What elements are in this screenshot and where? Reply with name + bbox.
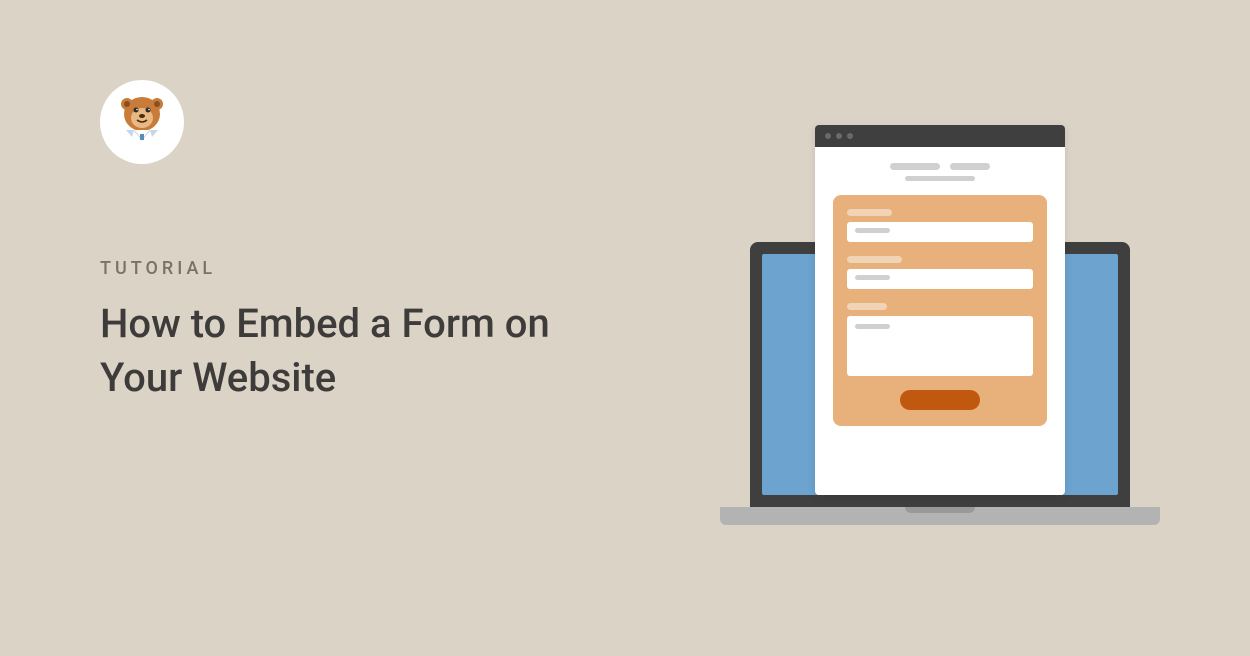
page-heading-placeholder: [833, 163, 1047, 170]
bear-mascot-icon: [112, 92, 172, 152]
window-control-dot: [847, 133, 853, 139]
window-control-dot: [825, 133, 831, 139]
embedded-form: [833, 195, 1047, 426]
browser-window: [815, 125, 1065, 495]
placeholder-line: [890, 163, 940, 170]
placeholder-line: [950, 163, 990, 170]
placeholder-line: [855, 228, 890, 233]
page-title: How to Embed a Form on Your Website: [100, 297, 620, 405]
brand-logo: [100, 80, 184, 164]
placeholder-subtitle: [905, 176, 975, 181]
form-input-field: [847, 222, 1033, 242]
form-field-label: [847, 303, 887, 310]
form-field-label: [847, 256, 902, 263]
laptop-base: [720, 507, 1160, 525]
window-titlebar: [815, 125, 1065, 147]
form-textarea-field: [847, 316, 1033, 376]
category-label: TUTORIAL: [100, 258, 620, 279]
text-content: TUTORIAL How to Embed a Form on Your Web…: [100, 258, 620, 405]
form-field-label: [847, 209, 892, 216]
placeholder-line: [855, 324, 890, 329]
window-body: [815, 147, 1065, 442]
window-control-dot: [836, 133, 842, 139]
placeholder-line: [855, 275, 890, 280]
laptop-form-illustration: [720, 125, 1160, 525]
form-submit-button: [900, 390, 980, 410]
form-input-field: [847, 269, 1033, 289]
